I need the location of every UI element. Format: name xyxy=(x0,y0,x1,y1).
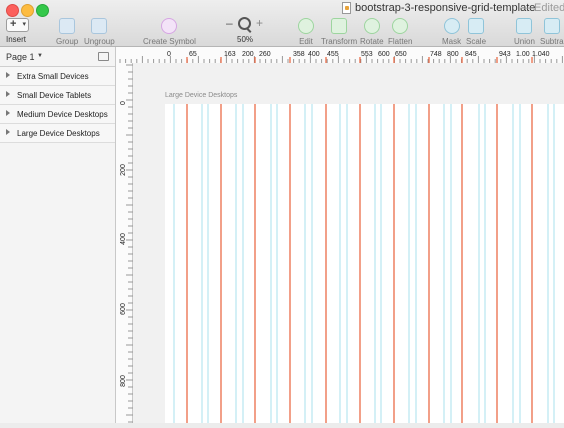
layer-label: Extra Small Devices xyxy=(17,72,89,81)
layer-label: Small Device Tablets xyxy=(17,91,92,100)
layer-item[interactable]: Medium Device Desktops xyxy=(0,105,115,124)
ruler-label: 650 xyxy=(395,51,407,58)
zoom-window-button[interactable] xyxy=(36,4,49,17)
subtract-button[interactable]: Subtra xyxy=(540,18,564,46)
ruler-label: 1.00 xyxy=(516,51,530,58)
symbol-icon xyxy=(161,18,178,34)
ungroup-button[interactable]: Ungroup xyxy=(84,18,115,46)
union-button[interactable]: Union xyxy=(514,18,535,46)
edit-icon xyxy=(298,18,314,34)
magnifier-icon xyxy=(238,17,251,30)
disclosure-triangle-icon[interactable] xyxy=(6,72,10,78)
ruler-label: 800 xyxy=(120,375,127,387)
vertical-ruler[interactable]: 0 200 400 600 800 xyxy=(116,63,133,423)
group-icon xyxy=(59,18,76,34)
rotate-icon xyxy=(363,18,380,34)
edit-button[interactable]: Edit xyxy=(298,18,314,46)
layer-item[interactable]: Small Device Tablets xyxy=(0,86,115,105)
chevron-down-icon: ▼ xyxy=(37,53,43,59)
ruler-label: 260 xyxy=(259,51,271,58)
flatten-button[interactable]: Flatten xyxy=(388,18,412,46)
minimize-window-button[interactable] xyxy=(21,4,34,17)
zoom-out-button[interactable]: – xyxy=(226,16,233,30)
scale-button[interactable]: Scale xyxy=(466,18,486,46)
union-icon xyxy=(516,18,533,34)
layer-label: Large Device Desktops xyxy=(17,129,100,138)
artboard[interactable] xyxy=(165,104,564,423)
disclosure-triangle-icon[interactable] xyxy=(6,129,10,135)
layer-label: Medium Device Desktops xyxy=(17,110,108,119)
ruler-label: 358 xyxy=(293,51,305,58)
layer-item[interactable]: Extra Small Devices xyxy=(0,67,115,86)
group-button[interactable]: Group xyxy=(56,18,78,46)
collapse-pages-icon[interactable] xyxy=(98,52,109,61)
plus-icon: + xyxy=(10,18,17,30)
rotate-button[interactable]: Rotate xyxy=(360,18,384,46)
ruler-label: 553 xyxy=(361,51,373,58)
horizontal-ruler-ticks: 0 65 163 200 260 358 400 455 553 600 650 748 800 845 9… xyxy=(119,51,563,63)
layers-panel: Page 1 ▼ Extra Small Devices Small Devic… xyxy=(0,47,116,423)
scale-icon xyxy=(468,18,484,34)
document-icon xyxy=(342,2,351,14)
ruler-label: 455 xyxy=(327,51,339,58)
ruler-label: 800 xyxy=(447,51,459,58)
vertical-ruler-ticks: 0 200 400 600 800 xyxy=(120,64,133,423)
insert-button[interactable]: + ▾ xyxy=(6,18,29,32)
insert-label: Insert xyxy=(6,35,27,44)
page-label: Page 1 xyxy=(6,52,35,62)
ruler-label: 200 xyxy=(120,164,127,176)
mask-button[interactable]: Mask xyxy=(442,18,461,46)
ruler-label: 200 xyxy=(242,51,254,58)
transform-icon xyxy=(331,18,348,34)
create-symbol-button[interactable]: Create Symbol xyxy=(143,18,196,46)
edited-status: — Edited xyxy=(520,2,564,14)
page-selector[interactable]: Page 1 ▼ xyxy=(0,47,115,67)
zoom-in-button[interactable]: + xyxy=(256,16,263,30)
ungroup-icon xyxy=(91,18,108,34)
subtract-icon xyxy=(543,18,560,34)
ruler-label: 400 xyxy=(308,51,320,58)
ruler-label: 0 xyxy=(120,101,127,105)
ruler-label: 845 xyxy=(465,51,477,58)
ruler-label: 0 xyxy=(167,51,171,58)
disclosure-triangle-icon[interactable] xyxy=(6,110,10,116)
ruler-label: 1.040 xyxy=(532,51,550,58)
disclosure-triangle-icon[interactable] xyxy=(6,91,10,97)
ruler-label: 400 xyxy=(120,233,127,245)
horizontal-ruler[interactable]: 0 65 163 200 260 358 400 455 553 600 650 748 800 845 9… xyxy=(116,47,564,64)
window-titlebar: bootstrap-3-responsive-grid-template — E… xyxy=(0,0,564,47)
ruler-label: 65 xyxy=(189,51,197,58)
ruler-label: 943 xyxy=(499,51,511,58)
zoom-level: 50% xyxy=(237,35,254,44)
ruler-label: 163 xyxy=(224,51,236,58)
artboard-title[interactable]: Large Device Desktops xyxy=(165,92,237,99)
transform-button[interactable]: Transform xyxy=(321,18,357,46)
window-title: bootstrap-3-responsive-grid-template xyxy=(355,2,536,14)
close-window-button[interactable] xyxy=(6,4,19,17)
mask-icon xyxy=(443,18,460,34)
chevron-down-icon: ▾ xyxy=(22,21,26,28)
ruler-label: 748 xyxy=(430,51,442,58)
layer-item[interactable]: Large Device Desktops xyxy=(0,124,115,143)
ruler-label: 600 xyxy=(378,51,390,58)
grid-guides xyxy=(173,104,555,423)
flatten-icon xyxy=(392,18,409,34)
ruler-label: 600 xyxy=(120,303,127,315)
canvas[interactable]: Large Device Desktops xyxy=(133,63,564,423)
